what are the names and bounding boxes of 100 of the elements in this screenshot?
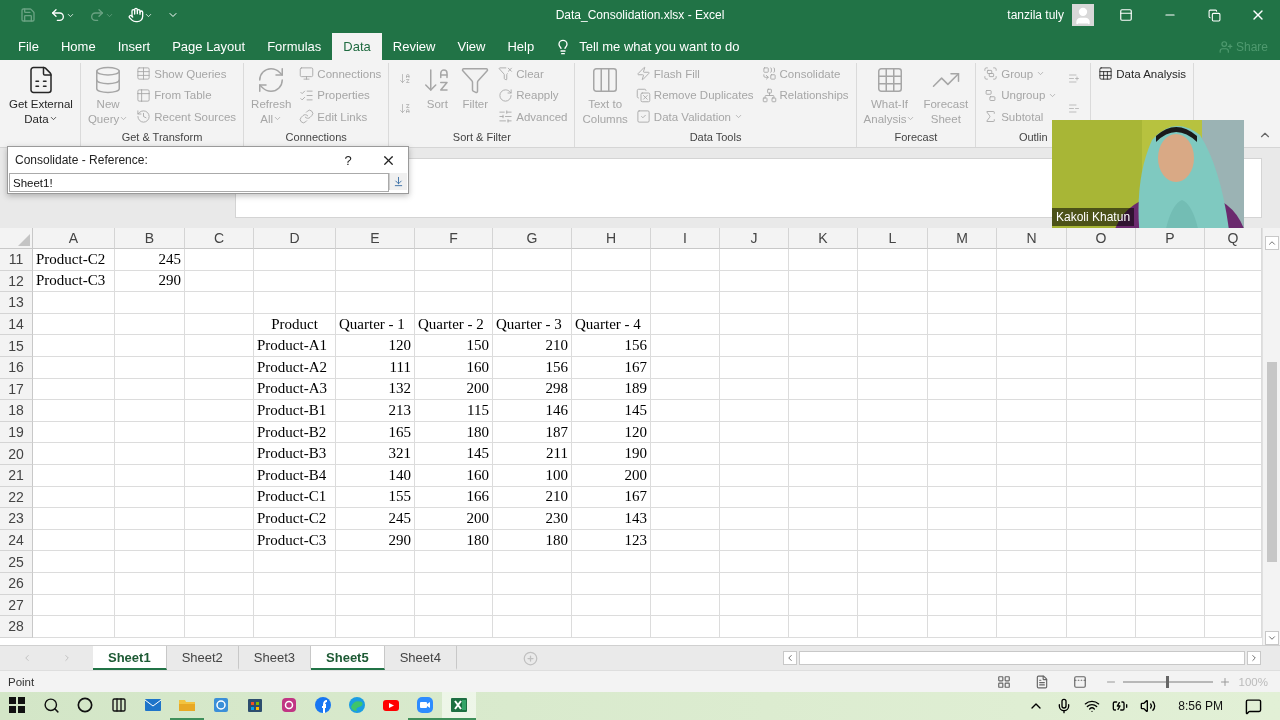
column-header[interactable]: Q <box>1205 228 1262 249</box>
reference-field[interactable]: Sheet1! <box>9 173 389 192</box>
column-header[interactable]: F <box>415 228 493 249</box>
row-header[interactable]: 27 <box>0 594 33 617</box>
empty-cell <box>651 421 720 444</box>
empty-cell <box>1067 443 1136 465</box>
window-title: Data_Consolidation.xlsx - Excel <box>555 8 725 22</box>
empty-cell <box>928 335 997 357</box>
row-header[interactable]: 26 <box>0 572 33 595</box>
empty-cell <box>1136 313 1205 336</box>
table-cell: 156 <box>493 356 572 379</box>
ribbon-tab[interactable]: Help <box>496 33 546 60</box>
column-header[interactable]: B <box>115 228 185 249</box>
wifi-icon[interactable] <box>1084 698 1101 714</box>
empty-cell <box>789 378 858 401</box>
column-header[interactable]: G <box>493 228 572 249</box>
column-header[interactable]: O <box>1067 228 1136 249</box>
notifications-icon[interactable] <box>1245 697 1262 715</box>
empty-cell <box>185 486 254 509</box>
scroll-thumb[interactable] <box>799 651 1245 665</box>
column-header[interactable]: H <box>572 228 651 249</box>
table-cell: 100 <box>493 464 572 487</box>
column-header[interactable]: I <box>651 228 720 249</box>
row-header[interactable]: 15 <box>0 335 33 357</box>
table-cell: 200 <box>572 464 651 487</box>
ribbon-tab[interactable]: Home <box>49 33 107 60</box>
ribbon-tab[interactable]: Insert <box>106 33 162 60</box>
ribbon-tab[interactable]: Formulas <box>256 33 333 60</box>
row-header[interactable]: 14 <box>0 313 33 336</box>
spreadsheet-icon <box>450 696 468 714</box>
row-header[interactable]: 21 <box>0 464 33 487</box>
table-cell: 245 <box>115 249 185 271</box>
row-header[interactable]: 18 <box>0 400 33 422</box>
battery-icon[interactable] <box>1112 698 1129 714</box>
ribbon-tab[interactable]: File <box>7 33 50 60</box>
empty-cell <box>720 378 789 401</box>
ribbon-tab[interactable]: Review <box>381 33 447 60</box>
expand-dialog-button[interactable] <box>389 173 407 190</box>
empty-cell <box>115 508 185 530</box>
help-button[interactable]: ? <box>328 151 368 169</box>
scroll-right-button[interactable] <box>1247 651 1261 665</box>
ribbon-tab[interactable]: View <box>446 33 497 60</box>
clock[interactable]: 8:56 PM <box>1178 699 1223 713</box>
row-header[interactable]: 28 <box>0 616 33 638</box>
column-header[interactable]: L <box>858 228 928 249</box>
row-header[interactable]: 22 <box>0 486 33 509</box>
empty-cell <box>1067 270 1136 293</box>
column-header[interactable]: J <box>720 228 789 249</box>
sheet-tab[interactable]: Sheet1 <box>93 646 167 670</box>
row-header[interactable]: 16 <box>0 356 33 379</box>
ribbon-tab[interactable]: Data <box>332 33 382 60</box>
zoom-in-icon[interactable] <box>1218 675 1231 688</box>
scroll-thumb[interactable] <box>1266 362 1277 562</box>
taskbar-app[interactable] <box>442 692 476 720</box>
table-cell: Product-C3 <box>254 529 336 552</box>
row-header[interactable]: 20 <box>0 443 33 465</box>
tell-me-field[interactable]: Tell me what you want to do <box>545 33 750 60</box>
scroll-up-button[interactable] <box>1264 236 1279 250</box>
social-icon <box>314 696 332 714</box>
table-cell: 245 <box>336 508 415 530</box>
column-header[interactable]: M <box>928 228 997 249</box>
row-header[interactable]: 13 <box>0 292 33 314</box>
table-cell: 165 <box>336 421 415 444</box>
column-header[interactable]: C <box>185 228 254 249</box>
group-label: Get & Transform <box>121 131 203 145</box>
sheet-tab[interactable]: Sheet5 <box>311 646 385 670</box>
row-header[interactable]: 12 <box>0 270 33 293</box>
filter-clear-icon <box>498 66 514 82</box>
row-header[interactable]: 25 <box>0 551 33 573</box>
scroll-down-button[interactable] <box>1264 631 1279 645</box>
ribbon-display-icon <box>1119 8 1133 22</box>
row-header[interactable]: 17 <box>0 378 33 401</box>
scroll-left-button[interactable] <box>783 651 797 665</box>
column-header[interactable]: E <box>336 228 415 249</box>
ribbon-tab[interactable]: Page Layout <box>161 33 257 60</box>
column-header[interactable]: N <box>997 228 1067 249</box>
empty-cell <box>185 464 254 487</box>
row-header[interactable]: 24 <box>0 529 33 552</box>
table-cell: 166 <box>415 486 493 509</box>
ribbon-button[interactable]: Get External Data <box>6 63 76 129</box>
empty-cell <box>720 421 789 444</box>
column-header[interactable]: K <box>789 228 858 249</box>
volume-icon[interactable] <box>1140 698 1157 714</box>
page-icon <box>1034 674 1049 689</box>
empty-cell <box>720 400 789 422</box>
table-cell: Product-A3 <box>254 378 336 401</box>
row-header[interactable]: 11 <box>0 249 33 271</box>
empty-cell <box>1136 508 1205 530</box>
column-header[interactable]: D <box>254 228 336 249</box>
row-header[interactable]: 23 <box>0 508 33 530</box>
empty-cell <box>928 249 997 271</box>
column-header[interactable]: A <box>33 228 115 249</box>
empty-cell <box>997 421 1067 444</box>
empty-cell <box>858 400 928 422</box>
column-header[interactable]: P <box>1136 228 1205 249</box>
row-header[interactable]: 19 <box>0 421 33 444</box>
empty-cell <box>1136 400 1205 422</box>
empty-cell <box>185 421 254 444</box>
empty-cell <box>1067 616 1136 638</box>
ribbon-button[interactable]: Data Analysis <box>1095 63 1189 85</box>
